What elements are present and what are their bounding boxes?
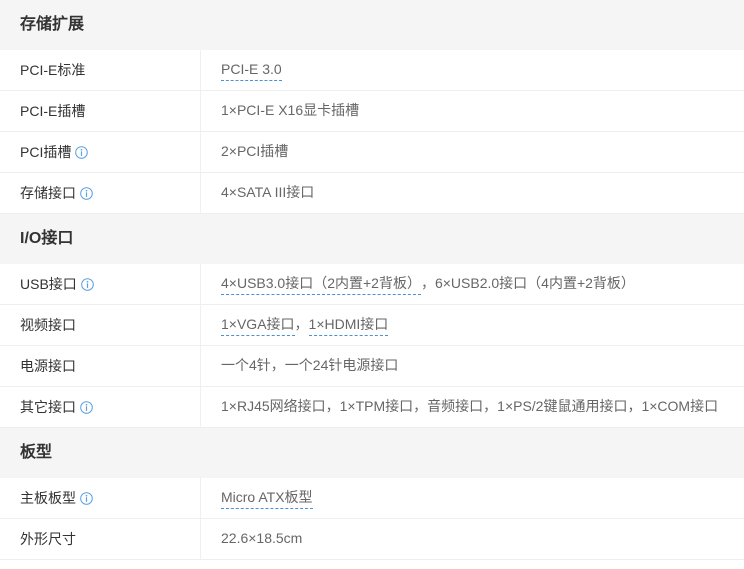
spec-row-pcie-slot: PCI-E插槽 1×PCI-E X16显卡插槽: [0, 91, 744, 132]
value-text: 1×RJ45网络接口，1×TPM接口，音频接口，1×PS/2键鼠通用接口，1×C…: [221, 397, 719, 414]
value-link[interactable]: Micro ATX板型: [221, 488, 313, 509]
row-label-cell: 外形尺寸: [0, 519, 201, 559]
row-value-cell: 1×VGA接口， 1×HDMI接口: [201, 305, 744, 345]
value-separator: ，: [294, 315, 309, 332]
spec-row-other-ports: 其它接口 1×RJ45网络接口，1×TPM接口，音频接口，1×PS/2键鼠通用接…: [0, 387, 744, 428]
row-value-cell: PCI-E 3.0: [201, 50, 744, 90]
value-link[interactable]: 1×VGA接口: [221, 315, 295, 336]
spec-row-usb: USB接口 4×USB3.0接口（2内置+2背板） ，6×USB2.0接口（4内置…: [0, 264, 744, 305]
row-value-cell: 一个4针，一个24针电源接口: [201, 346, 744, 386]
row-value-cell: 2×PCI插槽: [201, 132, 744, 172]
row-label: PCI-E插槽: [20, 103, 86, 119]
info-icon[interactable]: [80, 277, 94, 291]
row-label-cell: USB接口: [0, 264, 201, 304]
row-value-cell: 4×SATA III接口: [201, 173, 744, 213]
row-label-cell: PCI插槽: [0, 132, 201, 172]
row-label-cell: 主板板型: [0, 478, 201, 518]
row-label-cell: PCI-E插槽: [0, 91, 201, 131]
row-value-cell: 4×USB3.0接口（2内置+2背板） ，6×USB2.0接口（4内置+2背板）: [201, 264, 744, 304]
value-text: 4×SATA III接口: [221, 183, 315, 200]
row-label: 视频接口: [20, 317, 76, 333]
value-link[interactable]: 1×HDMI接口: [308, 315, 389, 336]
info-icon[interactable]: [80, 400, 93, 414]
value-text: 22.6×18.5cm: [221, 529, 303, 546]
row-label: 电源接口: [20, 358, 76, 374]
spec-row-video: 视频接口 1×VGA接口， 1×HDMI接口: [0, 305, 744, 346]
info-icon[interactable]: [80, 491, 93, 505]
spec-row-storage-interface: 存储接口 4×SATA III接口: [0, 173, 744, 214]
row-label-cell: 电源接口: [0, 346, 201, 386]
value-link[interactable]: PCI-E 3.0: [221, 60, 282, 81]
section-board-type: 板型 主板板型 Micro ATX板型 外形尺寸 22.6×18.5cm: [0, 428, 744, 560]
row-label: 主板板型: [20, 490, 76, 506]
spec-row-pcie-standard: PCI-E标准 PCI-E 3.0: [0, 50, 744, 91]
info-icon[interactable]: [80, 186, 93, 200]
section-io-ports: I/O接口 USB接口 4×USB3.0接口（2内置+2背板） ，6×USB2.0…: [0, 214, 744, 428]
value-text: 1×PCI-E X16显卡插槽: [221, 101, 360, 118]
row-label: 外形尺寸: [20, 531, 76, 547]
row-label-cell: 其它接口: [0, 387, 201, 427]
info-icon[interactable]: [75, 145, 89, 159]
row-label: 其它接口: [20, 399, 76, 415]
row-value-cell: 1×PCI-E X16显卡插槽: [201, 91, 744, 131]
row-label-cell: 存储接口: [0, 173, 201, 213]
value-link[interactable]: 4×USB3.0接口（2内置+2背板）: [221, 274, 421, 295]
row-value-cell: Micro ATX板型: [201, 478, 744, 518]
row-label: PCI插槽: [20, 144, 72, 160]
row-label: PCI-E标准: [20, 62, 86, 78]
value-text: ，6×USB2.0接口（4内置+2背板）: [420, 274, 635, 291]
spec-row-power: 电源接口 一个4针，一个24针电源接口: [0, 346, 744, 387]
spec-table: 存储扩展 PCI-E标准 PCI-E 3.0 PCI-E插槽 1×PCI-E X…: [0, 0, 744, 560]
spec-row-pci-slot: PCI插槽 2×PCI插槽: [0, 132, 744, 173]
value-text: 2×PCI插槽: [221, 142, 289, 159]
row-label-cell: 视频接口: [0, 305, 201, 345]
row-value-cell: 1×RJ45网络接口，1×TPM接口，音频接口，1×PS/2键鼠通用接口，1×C…: [201, 387, 744, 427]
section-title: I/O接口: [0, 214, 744, 264]
section-storage-expansion: 存储扩展 PCI-E标准 PCI-E 3.0 PCI-E插槽 1×PCI-E X…: [0, 0, 744, 214]
value-text: 一个4针，一个24针电源接口: [221, 356, 399, 373]
section-title: 存储扩展: [0, 0, 744, 50]
row-label: USB接口: [20, 276, 77, 292]
row-label-cell: PCI-E标准: [0, 50, 201, 90]
spec-row-dimensions: 外形尺寸 22.6×18.5cm: [0, 519, 744, 560]
spec-row-board-form-factor: 主板板型 Micro ATX板型: [0, 478, 744, 519]
row-value-cell: 22.6×18.5cm: [201, 519, 744, 559]
section-title: 板型: [0, 428, 744, 478]
row-label: 存储接口: [20, 185, 76, 201]
